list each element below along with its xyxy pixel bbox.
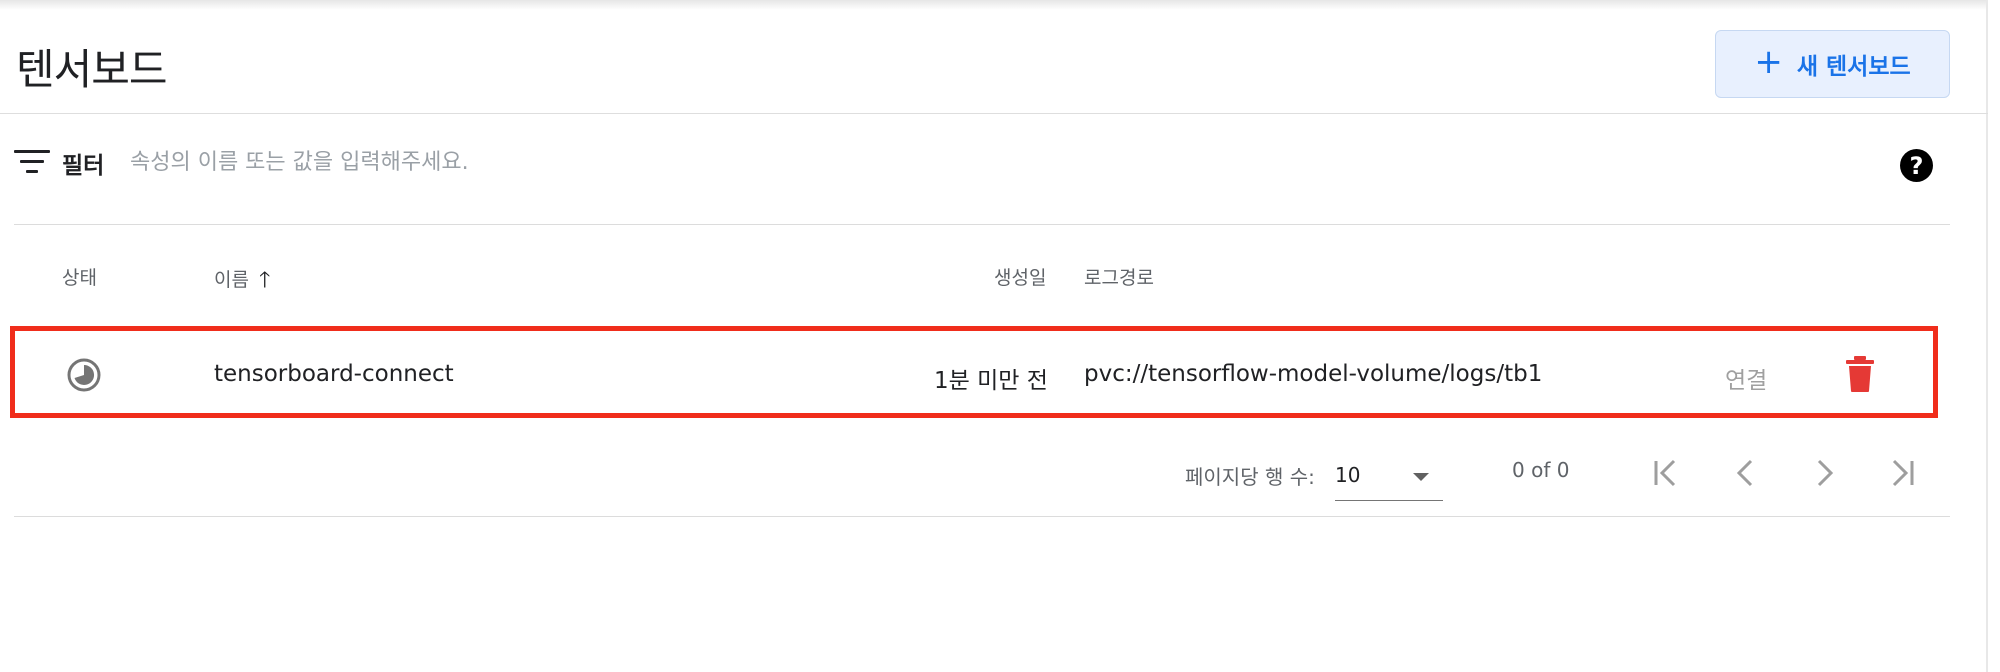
new-tensorboard-label: 새 텐서보드 [1796, 54, 1911, 80]
rows-per-page-value: 10 [1335, 463, 1361, 487]
top-shadow [0, 0, 1988, 10]
row-name[interactable]: tensorboard-connect [214, 361, 454, 387]
chevron-down-icon [1413, 473, 1429, 481]
previous-page-icon[interactable] [1726, 456, 1766, 490]
filter-divider [14, 224, 1950, 225]
plus-icon: + [1754, 42, 1783, 82]
header-divider [0, 113, 1988, 114]
row-created: 1분 미만 전 [934, 368, 1048, 394]
pending-clock-icon [67, 358, 101, 392]
rows-per-page-label: 페이지당 행 수: [1185, 465, 1315, 489]
first-page-icon[interactable] [1648, 456, 1688, 490]
trash-icon[interactable] [1845, 355, 1875, 393]
row-log-path: pvc://tensorflow-model-volume/logs/tb1 [1084, 361, 1543, 387]
column-header-log-path: 로그경로 [1084, 267, 1154, 289]
last-page-icon[interactable] [1880, 456, 1920, 490]
column-header-status: 상태 [62, 267, 97, 289]
new-tensorboard-button[interactable]: + 새 텐서보드 [1715, 30, 1950, 98]
column-header-created: 생성일 [994, 267, 1047, 289]
help-icon[interactable]: ? [1900, 149, 1933, 182]
page-range: 0 of 0 [1512, 458, 1570, 482]
filter-input[interactable] [130, 144, 1330, 180]
filter-label: 필터 [62, 153, 105, 179]
right-divider [1986, 0, 1988, 672]
table-bottom-divider [14, 516, 1950, 517]
page-title: 텐서보드 [16, 45, 168, 94]
column-header-name[interactable]: 이름 🡑 [214, 263, 270, 301]
connect-button[interactable]: 연결 [1725, 361, 1767, 395]
filter-icon[interactable] [14, 150, 50, 176]
sort-ascending-icon[interactable]: 🡑 [259, 263, 270, 301]
rows-per-page-select[interactable]: 10 [1335, 459, 1443, 501]
next-page-icon[interactable] [1804, 456, 1844, 490]
